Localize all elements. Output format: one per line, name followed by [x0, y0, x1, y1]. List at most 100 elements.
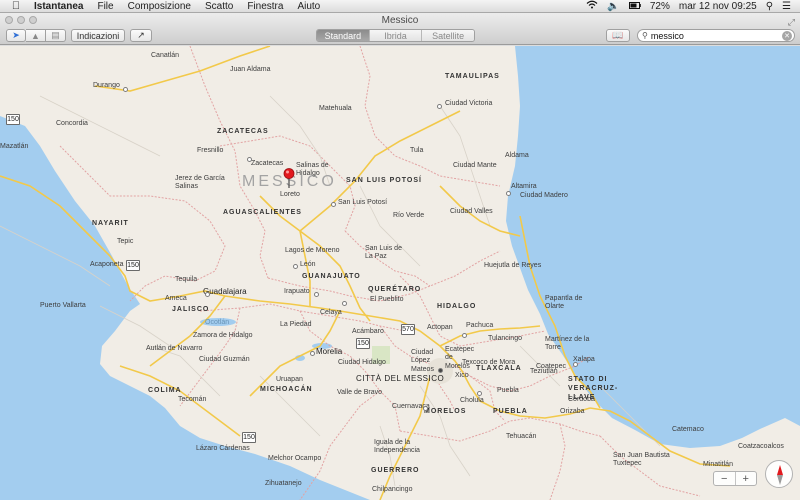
menu-scatto[interactable]: Scatto [205, 1, 233, 12]
city-label: Uruapan [276, 376, 303, 383]
city-label: Canatlán [151, 52, 180, 59]
state-label: AGUASCALIENTES [223, 209, 302, 216]
search-field[interactable]: ⚲ messico ✕ [637, 29, 795, 42]
menu-app-name[interactable]: Istantanea [34, 1, 83, 12]
city-label: Acámbaro [352, 328, 384, 335]
city-label: Jerez de García Salinas [175, 175, 225, 191]
menu-composizione[interactable]: Composizione [128, 1, 191, 12]
city-label: El Pueblito [370, 296, 404, 303]
city-marker[interactable] [342, 301, 347, 306]
share-button[interactable]: ↗ [130, 29, 152, 42]
city-label: Río Verde [393, 212, 425, 219]
city-marker[interactable] [437, 104, 442, 109]
clear-search-icon[interactable]: ✕ [782, 30, 792, 41]
apple-icon[interactable]:  [10, 0, 22, 12]
state-label: GUANAJUATO [302, 273, 361, 280]
spotlight-icon[interactable]: ⚲ [766, 1, 773, 12]
city-label: Córdoba [568, 396, 595, 403]
city-label: León [300, 261, 316, 268]
traffic-button[interactable]: ▤ [46, 29, 66, 42]
city-label: Xico [455, 372, 469, 379]
city-marker[interactable] [423, 406, 428, 411]
tab-standard[interactable]: Standard [317, 30, 370, 41]
city-marker[interactable] [310, 351, 315, 356]
city-marker[interactable] [573, 362, 578, 367]
search-icon: ⚲ [642, 31, 648, 40]
menu-finestra[interactable]: Finestra [247, 1, 283, 12]
city-label: La Piedad [280, 321, 312, 328]
city-marker[interactable] [123, 87, 128, 92]
city-label: Texcoco de Mora [462, 359, 516, 366]
menu-file[interactable]: File [97, 1, 113, 12]
search-result-pin[interactable] [283, 168, 295, 188]
city-marker[interactable] [331, 202, 336, 207]
city-label: Durango [93, 82, 120, 89]
city-marker[interactable] [205, 292, 210, 297]
bookmarks-button[interactable]: 📖 [606, 29, 630, 42]
city-label: Salinas de Hidalgo [296, 162, 329, 178]
city-label: Lagos de Moreno [285, 247, 340, 254]
city-label: Ameca [165, 295, 187, 302]
wifi-icon[interactable] [586, 0, 598, 12]
city-label: Loreto [280, 191, 300, 198]
zoom-out-button[interactable]: − [714, 472, 736, 485]
clock[interactable]: mar 12 nov 09:25 [679, 1, 757, 12]
city-label: Puerto Vallarta [40, 302, 86, 309]
city-label: Puebla [497, 387, 519, 394]
city-label: Minatitlán [703, 461, 733, 468]
notification-center-icon[interactable]: ☰ [782, 1, 791, 12]
city-marker[interactable] [462, 333, 467, 338]
route-shield: 150 [242, 432, 256, 443]
city-marker[interactable] [247, 157, 252, 162]
city-label: Mazatlán [0, 143, 29, 150]
volume-icon[interactable]: 🔈 [607, 1, 619, 12]
3d-view-button[interactable]: ▲ [26, 29, 46, 42]
city-label: Ciudad Mante [453, 162, 497, 169]
city-label: Tequila [175, 276, 198, 283]
city-label: Melchor Ocampo [268, 455, 322, 462]
compass-button[interactable] [765, 460, 793, 488]
state-label: MICHOACÁN [260, 386, 313, 393]
city-label: Ciudad Guzmán [199, 356, 250, 363]
car-icon: ▤ [51, 30, 60, 40]
city-label: Zihuatanejo [265, 480, 302, 487]
menu-aiuto[interactable]: Aiuto [297, 1, 320, 12]
state-label: QUERÉTARO [368, 286, 422, 293]
zoom-in-button[interactable]: + [736, 472, 757, 485]
city-label: Huejutla de Reyes [484, 262, 542, 269]
battery-icon[interactable] [628, 1, 641, 12]
route-shield: 150 [126, 260, 140, 271]
city-label: Tepic [117, 238, 134, 245]
state-label: ZACATECAS [217, 128, 269, 135]
water-label: Ocotlán [205, 319, 230, 326]
state-label: JALISCO [172, 306, 210, 313]
city-marker[interactable] [293, 264, 298, 269]
city-label: Fresnillo [197, 147, 224, 154]
city-label: Ciudad Madero [520, 192, 568, 199]
minimize-window-button[interactable] [17, 16, 25, 24]
battery-percent[interactable]: 72% [650, 1, 670, 12]
city-marker[interactable] [314, 292, 319, 297]
city-label: Aldama [505, 152, 529, 159]
map-mode-selector: Standard Ibrida Satellite [316, 29, 475, 42]
map-canvas[interactable]: MESSICO TAMAULIPAS ZACATECAS SAN LUIS PO… [0, 46, 800, 500]
state-label: TAMAULIPAS [445, 73, 500, 80]
state-label: COLIMA [148, 387, 182, 394]
window-titlebar: Messico ⤢ [0, 13, 800, 28]
city-label: Cholula [460, 397, 484, 404]
city-label: Iguala de la Independencia [374, 439, 420, 455]
tab-ibrida[interactable]: Ibrida [369, 30, 423, 41]
close-window-button[interactable] [5, 16, 13, 24]
city-marker[interactable] [506, 191, 511, 196]
search-input[interactable]: messico [651, 31, 684, 41]
current-location-button[interactable]: ➤ [6, 29, 26, 42]
gulf-of-mexico [506, 46, 800, 448]
capital-label: CITTÀ DEL MESSICO [356, 374, 445, 383]
city-label: Tula [410, 147, 424, 154]
city-label: Altamira [511, 183, 537, 190]
directions-button[interactable]: Indicazioni [71, 29, 125, 42]
zoom-window-button[interactable] [29, 16, 37, 24]
tab-satellite[interactable]: Satellite [422, 30, 474, 41]
city-marker[interactable] [477, 391, 482, 396]
state-label: TLAXCALA [476, 365, 522, 372]
